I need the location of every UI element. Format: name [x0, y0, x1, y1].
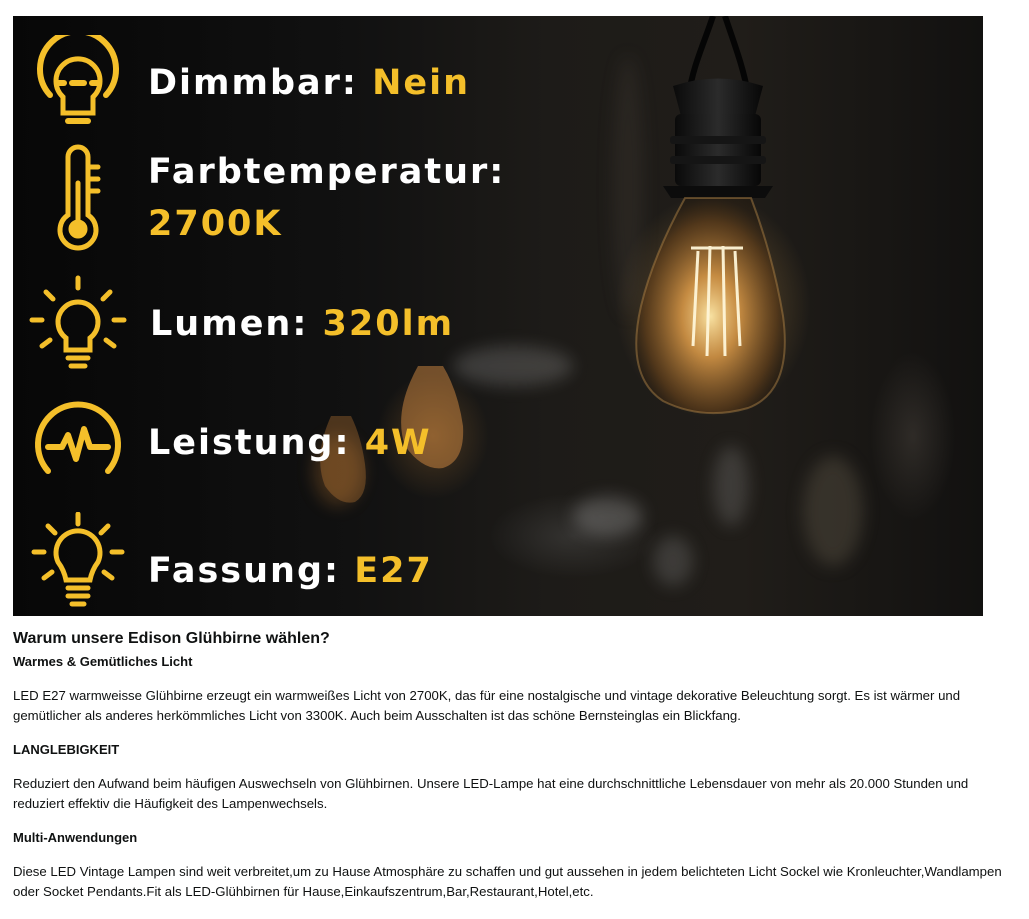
product-description: Warum unsere Edison Glühbirne wählen? Wa… — [13, 626, 1013, 902]
feature-power: Leistung: 4W — [28, 393, 432, 493]
feature-color-temperature: Farbtemperatur: 2700K — [28, 144, 548, 251]
feature-label: Lumen: — [150, 304, 309, 344]
feature-lumen: Lumen: 320lm — [28, 274, 454, 374]
bokeh-light — [713, 446, 749, 526]
bokeh-light — [453, 346, 573, 386]
section-title: Multi-Anwendungen — [13, 830, 138, 845]
bokeh-light — [653, 536, 693, 586]
feature-value: E27 — [354, 551, 433, 591]
feature-value: 2700K — [148, 204, 283, 244]
feature-label: Farbtemperatur: — [148, 152, 506, 192]
thermometer-icon — [28, 144, 128, 251]
section-text: Diese LED Vintage Lampen sind weit verbr… — [13, 864, 1002, 899]
bokeh-light — [613, 56, 643, 316]
section-text: Reduziert den Aufwand beim häufigen Ausw… — [13, 776, 969, 811]
section-title: LANGLEBIGKEIT — [13, 742, 120, 757]
product-banner-image: Dimmbar: Nein Farbtemperatur: 2700K Lume… — [13, 16, 983, 616]
feature-dimmable: Dimmbar: Nein — [28, 33, 470, 133]
dimmable-bulb-icon — [28, 33, 128, 133]
description-heading: Warum unsere Edison Glühbirne wählen? — [13, 630, 330, 647]
bokeh-light — [803, 456, 863, 566]
section-title: Warmes & Gemütliches Licht — [13, 654, 193, 669]
bright-bulb-icon — [28, 274, 128, 374]
feature-value: 320lm — [322, 304, 455, 344]
socket-bulb-icon — [28, 512, 128, 612]
feature-label: Leistung: — [148, 423, 351, 463]
power-pulse-icon — [28, 393, 128, 493]
feature-value: 4W — [364, 423, 432, 463]
feature-value: Nein — [372, 63, 471, 103]
section-text: LED E27 warmweisse Glühbirne erzeugt ein… — [13, 688, 961, 723]
feature-label: Fassung: — [148, 551, 341, 591]
feature-label: Dimmbar: — [148, 63, 358, 103]
feature-socket: Fassung: E27 — [28, 512, 433, 612]
bokeh-light — [573, 496, 643, 536]
